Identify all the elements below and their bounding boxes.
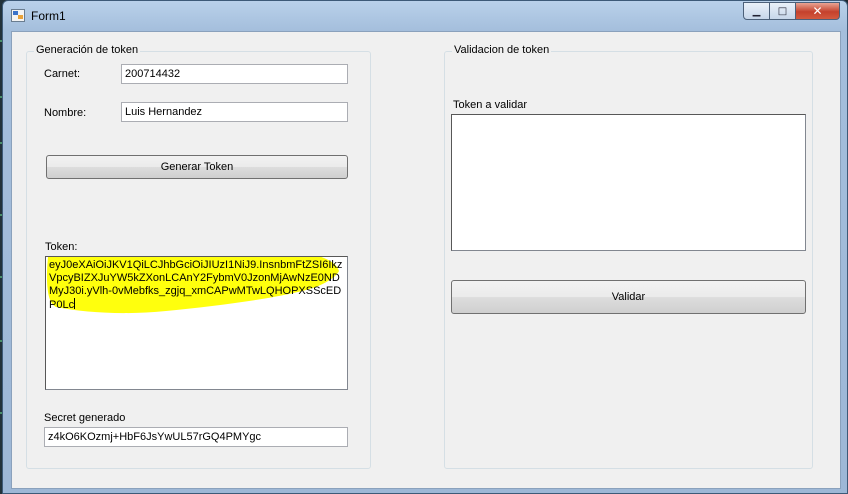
nombre-input[interactable]: Luis Hernandez [121,102,348,122]
token-output-textarea[interactable]: eyJ0eXAiOiJKV1QiLCJhbGciOiJIUzI1NiJ9.Ins… [45,256,348,390]
minimize-button[interactable]: ▁ [743,2,770,20]
secret-input[interactable]: z4kO6KOzmj+HbF6JsYwUL57rGQ4PMYgc [44,427,348,447]
token-generation-group: Generación de token Carnet: 200714432 No… [26,44,371,469]
window-title: Form1 [31,9,66,23]
text-caret [74,298,76,309]
secret-label: Secret generado [44,412,126,424]
token-to-validate-label: Token a validar [453,99,527,111]
title-bar[interactable]: Form1 ▁ □ ✕ [3,1,847,31]
nombre-label: Nombre: [44,107,87,119]
token-value: eyJ0eXAiOiJKV1QiLCJhbGciOiJIUzI1NiJ9.Ins… [49,259,343,311]
token-label: Token: [45,241,78,253]
carnet-input[interactable]: 200714432 [121,64,348,84]
application-icon[interactable] [11,9,25,22]
maximize-button[interactable]: □ [770,2,796,20]
validate-button[interactable]: Validar [451,280,806,314]
token-to-validate-textarea[interactable] [451,114,806,251]
generate-token-button[interactable]: Generar Token [46,155,348,179]
window-controls: ▁ □ ✕ [743,2,840,20]
token-output-text: eyJ0eXAiOiJKV1QiLCJhbGciOiJIUzI1NiJ9.Ins… [49,259,343,312]
close-button[interactable]: ✕ [796,2,840,20]
main-window: Form1 ▁ □ ✕ Generación de token Carnet: … [2,0,848,494]
carnet-label: Carnet: [44,68,81,80]
group-title: Validacion de token [452,44,552,56]
group-title: Generación de token [34,44,141,56]
form-client-area: Generación de token Carnet: 200714432 No… [11,31,841,489]
token-validation-group: Validacion de token Token a validar Vali… [444,44,813,469]
